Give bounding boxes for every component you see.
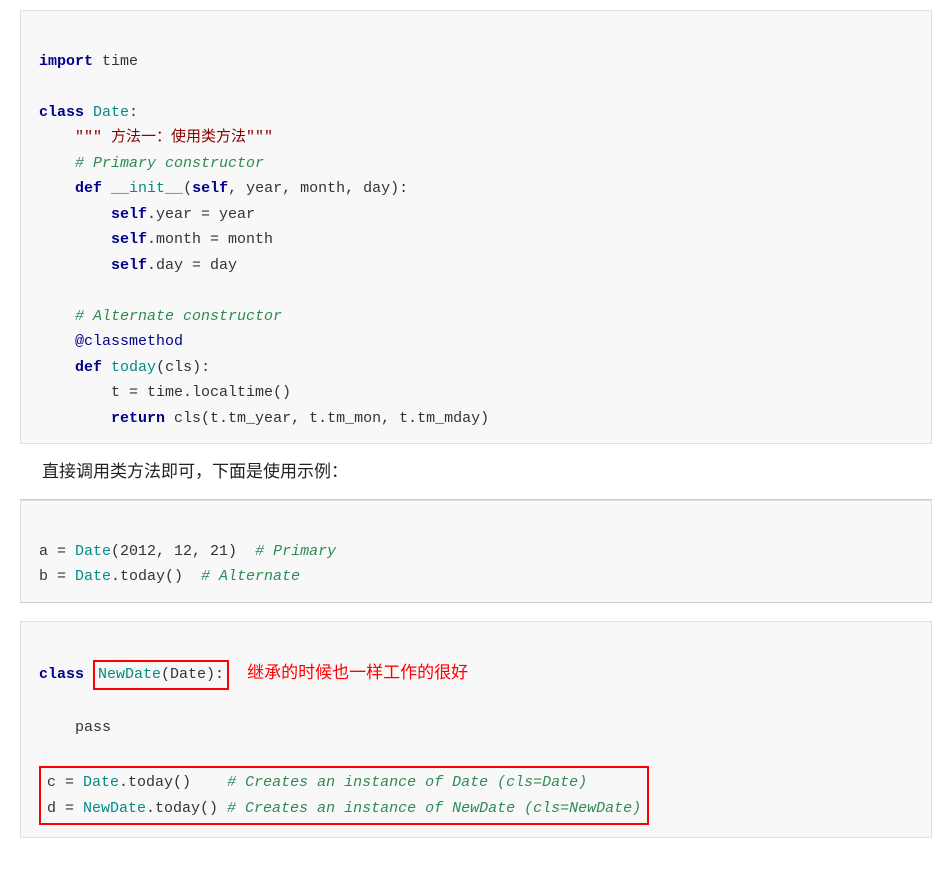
- code-block-3: class NewDate(Date): 继承的时候也一样工作的很好 pass …: [20, 621, 932, 839]
- class-keyword-2: class: [39, 662, 84, 688]
- class-keyword: class: [39, 104, 84, 121]
- code-block-1: import time class Date: """ 方法一：使用类方法"""…: [20, 10, 932, 444]
- prose-section-1: 直接调用类方法即可，下面是使用示例：: [20, 444, 932, 500]
- newdate-boxed: NewDate(Date):: [93, 660, 229, 690]
- bottom-code-boxed: c = Date.today() # Creates an instance o…: [39, 766, 649, 825]
- import-keyword: import: [39, 53, 93, 70]
- code-block-2: a = Date(2012, 12, 21) # Primary b = Dat…: [20, 500, 932, 603]
- inheritance-annotation: 继承的时候也一样工作的很好: [247, 659, 468, 688]
